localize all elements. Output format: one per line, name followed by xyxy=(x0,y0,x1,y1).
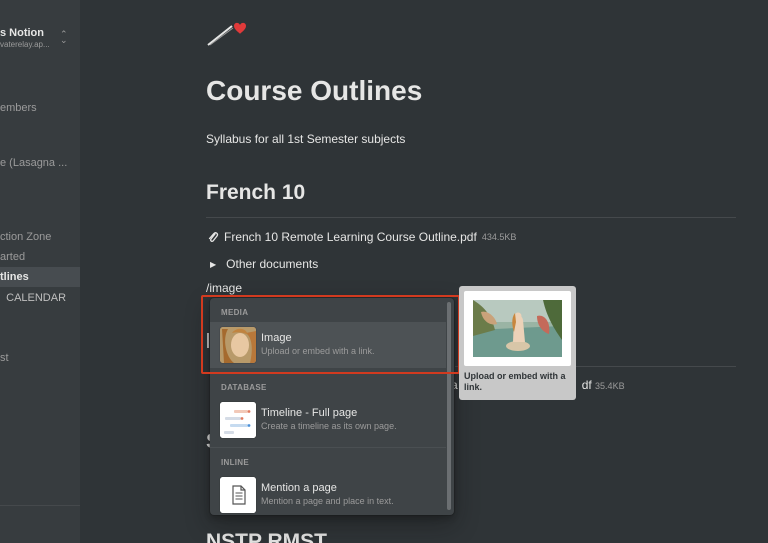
slash-command-input[interactable]: /image xyxy=(206,281,242,295)
section-label-database: DATABASE xyxy=(221,383,267,392)
menu-scrollbar[interactable] xyxy=(447,302,451,510)
preview-image-frame xyxy=(464,291,571,366)
file-attachment-row[interactable]: French 10 Remote Learning Course Outline… xyxy=(206,230,516,244)
sidebar-item-calendar[interactable]: CALENDAR xyxy=(0,288,80,308)
paperclip-icon xyxy=(206,230,220,244)
sidebar-item-getting-started[interactable]: arted xyxy=(0,247,80,267)
menu-item-subtitle: Create a timeline as its own page. xyxy=(261,421,397,431)
menu-item-title: Image xyxy=(261,332,292,344)
page-description[interactable]: Syllabus for all 1st Semester subjects xyxy=(206,132,405,146)
chevron-up-down-icon[interactable]: ⌃ ⌄ xyxy=(60,30,68,45)
menu-item-subtitle: Mention a page and place in text. xyxy=(261,496,394,506)
menu-item-title: Mention a page xyxy=(261,482,337,494)
text-cursor xyxy=(207,333,209,348)
section-label-inline: INLINE xyxy=(221,458,250,467)
menu-item-timeline[interactable]: Timeline - Full page Create a timeline a… xyxy=(210,397,446,443)
menu-item-mention-page[interactable]: Mention a page Mention a page and place … xyxy=(210,472,446,515)
sidebar-item-calendar-label: CALENDAR xyxy=(6,292,67,304)
background-file-size: 35.4KB xyxy=(595,381,625,391)
menu-divider xyxy=(210,372,446,373)
sidebar-item-lasagna[interactable]: e (Lasagna ... xyxy=(0,153,80,173)
slash-command-menu: MEDIA Image Upload or embed with a link.… xyxy=(210,298,454,515)
triangle-right-icon[interactable]: ▶ xyxy=(210,260,216,269)
sidebar: s Notion vaterelay.ap... ⌃ ⌄ embers e (La… xyxy=(0,0,80,543)
workspace-email: vaterelay.ap... xyxy=(0,40,50,49)
timeline-thumbnail-icon xyxy=(220,402,256,438)
page-icon-pen-heart[interactable] xyxy=(206,20,250,48)
image-thumbnail-icon xyxy=(220,327,256,363)
toggle-label[interactable]: Other documents xyxy=(226,257,318,271)
preview-caption: Upload or embed with a link. xyxy=(464,371,566,392)
menu-item-title: Timeline - Full page xyxy=(261,407,358,419)
sidebar-item-course-outlines[interactable]: tlines xyxy=(0,267,80,287)
background-file-tail: df xyxy=(581,378,592,392)
toggle-block[interactable]: ▶ Other documents xyxy=(210,257,318,271)
menu-divider xyxy=(210,447,446,448)
file-size: 434.5KB xyxy=(481,232,517,242)
birth-of-venus-painting-icon xyxy=(473,300,562,357)
page-document-icon xyxy=(220,477,256,513)
page-title[interactable]: Course Outlines xyxy=(206,75,422,107)
heading-divider xyxy=(206,217,736,218)
sidebar-item-list[interactable]: st xyxy=(0,348,80,368)
image-preview-tooltip: Upload or embed with a link. xyxy=(459,286,576,400)
file-name[interactable]: French 10 Remote Learning Course Outline… xyxy=(224,230,477,244)
menu-item-image[interactable]: Image Upload or embed with a link. xyxy=(210,322,446,368)
section-label-media: MEDIA xyxy=(221,308,249,317)
section-heading-french[interactable]: French 10 xyxy=(206,181,305,205)
workspace-name[interactable]: s Notion xyxy=(0,27,44,39)
menu-item-subtitle: Upload or embed with a link. xyxy=(261,346,375,356)
sidebar-item-action-zone[interactable]: ction Zone xyxy=(0,227,80,247)
background-heading-nstp: NSTP RMST xyxy=(206,530,327,543)
sidebar-divider xyxy=(0,505,80,506)
sidebar-item-members[interactable]: embers xyxy=(0,98,80,118)
